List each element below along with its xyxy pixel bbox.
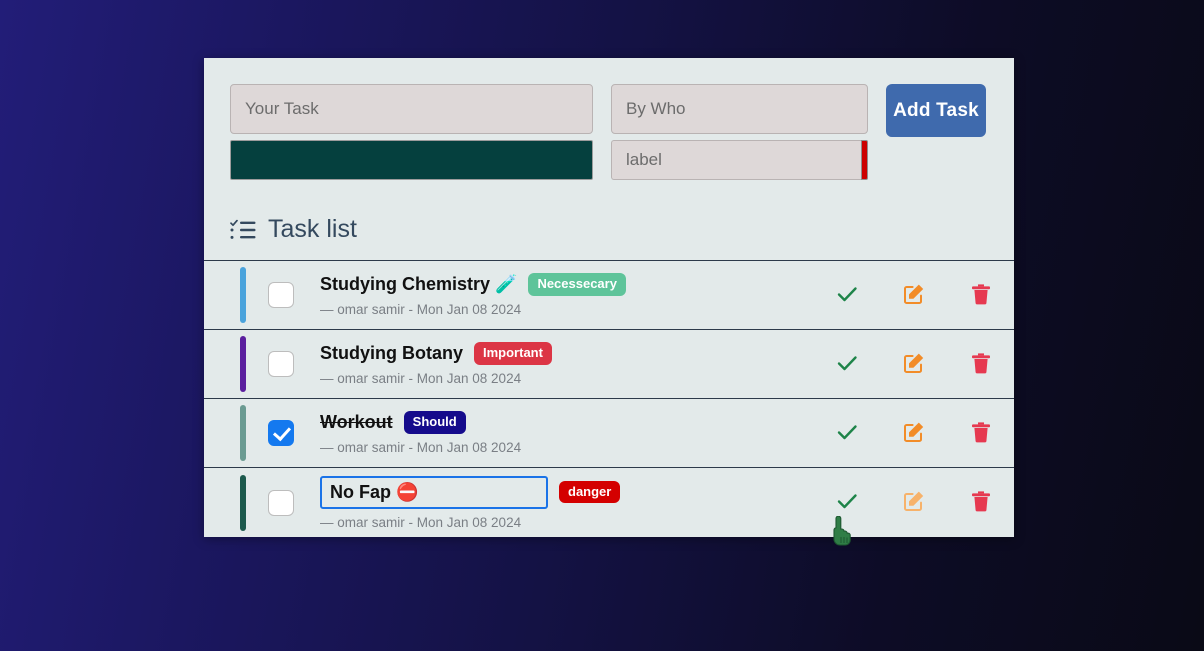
task-list-heading: Task list [230,215,357,244]
task-complete-checkbox[interactable] [268,420,294,446]
task-body: Studying Chemistry 🧪 Necessecary — omar … [316,273,813,317]
table-row: Workout Should — omar samir - Mon Jan 08… [204,399,1014,468]
task-actions [813,282,1014,309]
complete-task-button[interactable] [813,489,880,516]
delete-task-button[interactable] [947,420,1014,447]
task-actions [813,351,1014,378]
task-label-badge: Necessecary [528,273,626,296]
pen-to-square-icon [902,489,926,516]
trash-icon [969,489,993,516]
task-meta: — omar samir - Mon Jan 08 2024 [320,370,522,386]
task-complete-checkbox[interactable] [268,351,294,377]
delete-task-button[interactable] [947,351,1014,378]
task-title-edit-input[interactable] [320,475,548,509]
task-meta: — omar samir - Mon Jan 08 2024 [320,301,522,317]
todo-app-card: Add Task Task list [204,58,1014,537]
complete-task-button[interactable] [813,282,880,309]
by-who-input[interactable] [611,84,868,134]
label-input[interactable] [611,140,861,180]
task-body: danger — omar samir - Mon Jan 08 2024 [316,475,813,530]
task-form: Add Task Task list [204,58,1014,260]
add-task-button[interactable]: Add Task [886,84,986,137]
task-checkbox-cell [246,489,316,516]
task-list-title: Task list [268,215,357,243]
check-icon [835,489,859,516]
trash-icon [969,351,993,378]
task-label-badge: Important [474,342,552,365]
who-label-group [611,84,868,180]
task-actions [813,420,1014,447]
task-meta: — omar samir - Mon Jan 08 2024 [320,439,522,455]
pen-to-square-icon [902,420,926,447]
delete-task-button[interactable] [947,282,1014,309]
task-title: Workout [320,412,393,432]
task-title: Studying Chemistry 🧪 [320,274,518,294]
task-list: Studying Chemistry 🧪 Necessecary — omar … [204,260,1014,537]
table-row: Studying Botany Important — omar samir -… [204,330,1014,399]
table-row: Studying Chemistry 🧪 Necessecary — omar … [204,261,1014,330]
table-row: danger — omar samir - Mon Jan 08 2024 [204,468,1014,537]
task-input-group [230,84,593,180]
edit-task-button[interactable] [880,351,947,378]
check-icon [835,351,859,378]
task-body: Studying Botany Important — omar samir -… [316,342,813,386]
trash-icon [969,282,993,309]
task-body: Workout Should — omar samir - Mon Jan 08… [316,411,813,455]
pen-to-square-icon [902,282,926,309]
task-color-picker[interactable] [230,140,593,180]
edit-task-button[interactable] [880,420,947,447]
task-input[interactable] [230,84,593,134]
task-checkbox-cell [246,282,316,308]
edit-task-button[interactable] [880,282,947,309]
pen-to-square-icon [902,351,926,378]
task-complete-checkbox[interactable] [268,282,294,308]
check-icon [835,420,859,447]
task-label-badge: danger [559,480,621,504]
complete-task-button[interactable] [813,420,880,447]
list-check-icon [230,219,256,241]
complete-task-button[interactable] [813,351,880,378]
task-checkbox-cell [246,420,316,446]
task-complete-checkbox[interactable] [268,489,294,516]
delete-task-button[interactable] [947,489,1014,516]
task-actions [813,489,1014,516]
label-color-picker[interactable] [861,140,868,180]
task-title: Studying Botany [320,343,463,363]
trash-icon [969,420,993,447]
task-meta: — omar samir - Mon Jan 08 2024 [320,514,522,530]
task-label-badge: Should [403,411,466,434]
task-checkbox-cell [246,351,316,377]
add-task-group: Add Task [886,84,986,137]
edit-task-button[interactable] [880,489,947,516]
check-icon [835,282,859,309]
